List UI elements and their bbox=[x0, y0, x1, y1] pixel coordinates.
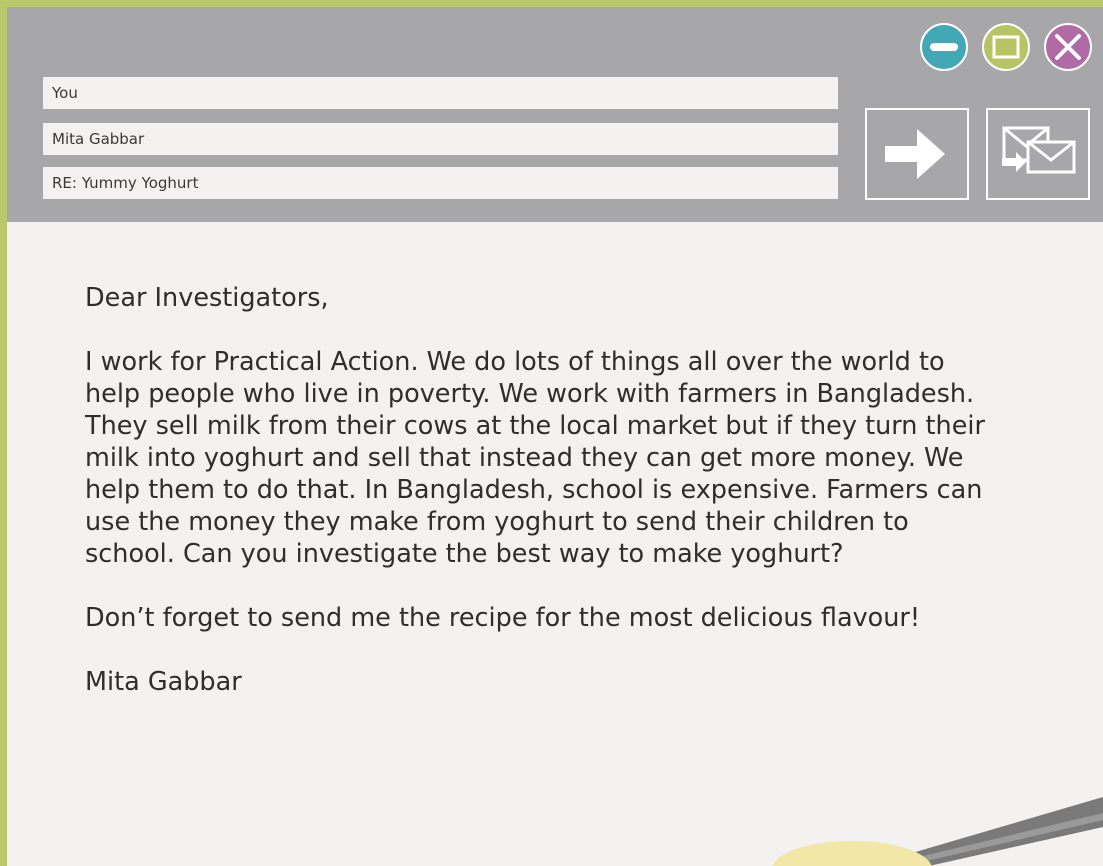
square-icon bbox=[992, 35, 1020, 59]
email-header: You Mita Gabbar RE: Yummy Yoghurt bbox=[7, 7, 1103, 222]
close-icon bbox=[1055, 34, 1081, 60]
message-paragraph: I work for Practical Action. We do lots … bbox=[85, 347, 985, 569]
email-window: You Mita Gabbar RE: Yummy Yoghurt Dear I… bbox=[7, 7, 1103, 866]
postscript: Don’t forget to send me the recipe for t… bbox=[85, 603, 921, 633]
close-button[interactable] bbox=[1044, 23, 1092, 71]
signature: Mita Gabbar bbox=[85, 667, 242, 697]
subject-field[interactable]: RE: Yummy Yoghurt bbox=[43, 167, 838, 199]
forward-button[interactable] bbox=[865, 108, 969, 200]
arrow-right-icon bbox=[885, 129, 945, 179]
email-body: Dear Investigators, I work for Practical… bbox=[85, 282, 985, 730]
minus-icon bbox=[930, 43, 958, 51]
maximize-button[interactable] bbox=[982, 23, 1030, 71]
envelopes-icon bbox=[1002, 126, 1076, 174]
to-field[interactable]: You bbox=[43, 77, 838, 109]
greeting: Dear Investigators, bbox=[85, 283, 329, 313]
minimize-button[interactable] bbox=[920, 23, 968, 71]
reply-button[interactable] bbox=[986, 108, 1090, 200]
from-field[interactable]: Mita Gabbar bbox=[43, 123, 838, 155]
